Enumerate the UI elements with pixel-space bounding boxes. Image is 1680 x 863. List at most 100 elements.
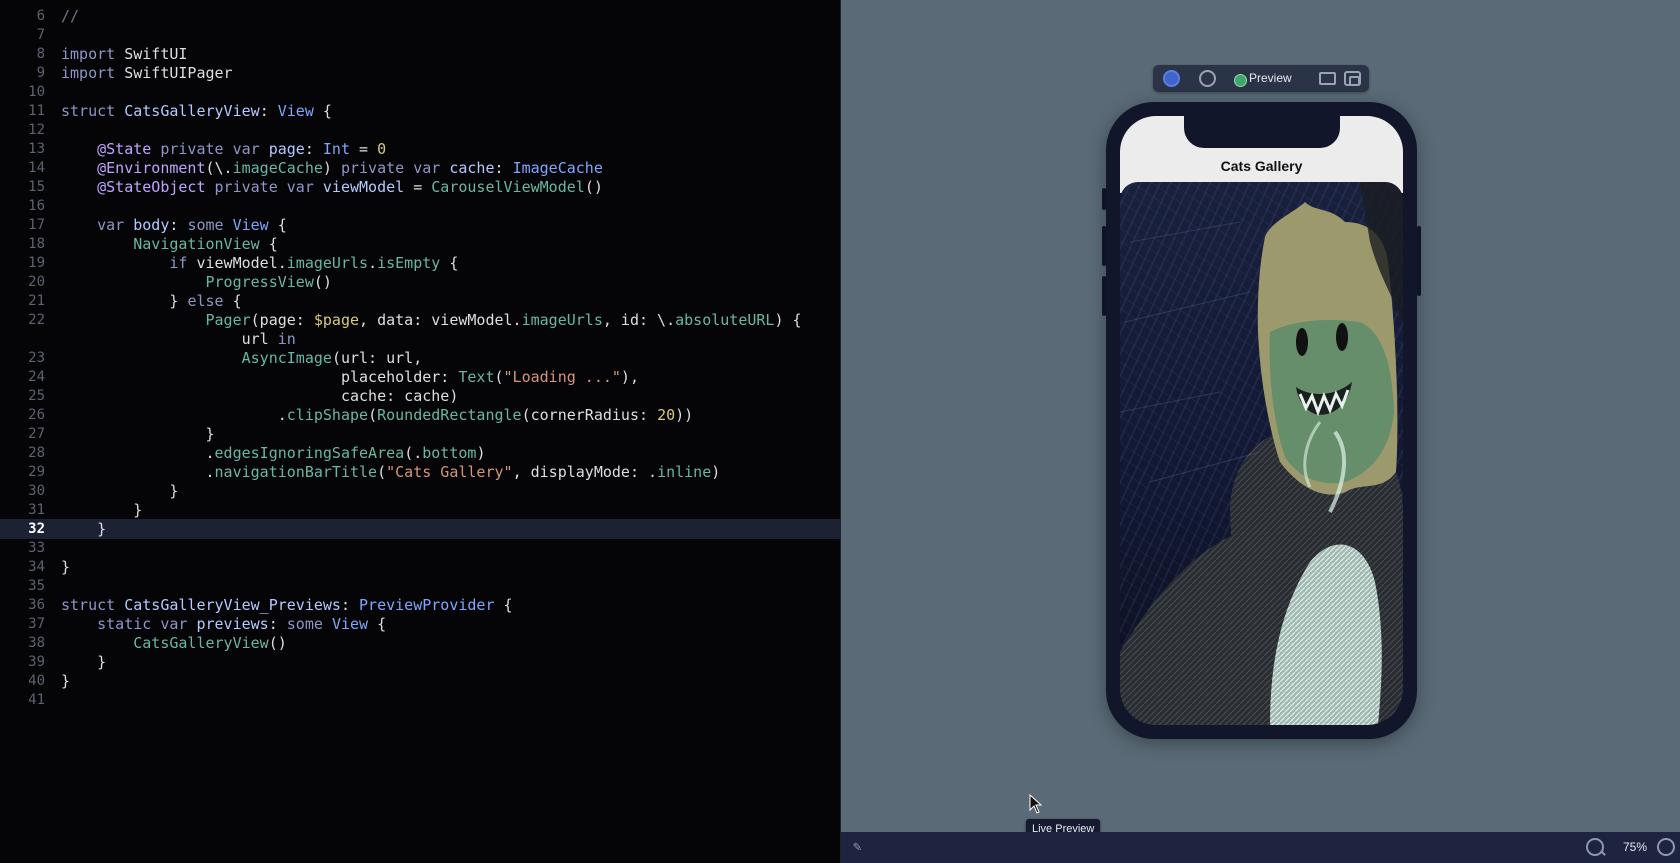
code-text[interactable]: cache: cache) <box>61 386 458 406</box>
code-text[interactable]: url in <box>61 329 296 349</box>
code-line[interactable]: 17 var body: some View { <box>0 215 840 235</box>
code-line[interactable]: 32 } <box>0 519 840 539</box>
code-text[interactable]: } <box>61 671 70 691</box>
code-text[interactable]: if viewModel.imageUrls.isEmpty { <box>61 253 458 273</box>
code-line[interactable]: 26 .clipShape(RoundedRectangle(cornerRad… <box>0 405 840 425</box>
code-line[interactable]: 30 } <box>0 481 840 501</box>
code-text[interactable]: // <box>61 6 79 26</box>
preview-canvas: Preview Cats Gallery Live Preview ✎ 75% <box>841 0 1680 863</box>
zoom-out-icon[interactable] <box>1586 838 1604 856</box>
code-line[interactable]: 29 .navigationBarTitle("Cats Gallery", d… <box>0 462 840 482</box>
cat-image[interactable] <box>1120 182 1403 725</box>
code-text[interactable]: Pager(page: $page, data: viewModel.image… <box>61 310 802 330</box>
code-line[interactable]: 19 if viewModel.imageUrls.isEmpty { <box>0 253 840 273</box>
code-line[interactable]: 34} <box>0 557 840 577</box>
code-line[interactable]: 8 import SwiftUI <box>0 44 840 64</box>
code-text[interactable]: .navigationBarTitle("Cats Gallery", disp… <box>61 462 720 482</box>
code-line[interactable]: 23 AsyncImage(url: url, <box>0 348 840 368</box>
device-settings-icon[interactable] <box>1199 70 1216 87</box>
code-line[interactable]: 18 NavigationView { <box>0 234 840 254</box>
code-line[interactable]: 27 } <box>0 424 840 444</box>
code-text[interactable]: } <box>61 557 70 577</box>
code-line[interactable]: 13 @State private var page: Int = 0 <box>0 139 840 159</box>
code-line[interactable]: 24 placeholder: Text("Loading ..."), <box>0 367 840 387</box>
phone-screen: Cats Gallery <box>1120 116 1403 725</box>
phone-volume-down <box>1102 276 1106 316</box>
pin-icon[interactable]: ✎ <box>853 839 869 855</box>
zoom-in-icon[interactable] <box>1657 838 1675 856</box>
display-icon[interactable] <box>1319 72 1336 85</box>
code-line[interactable]: 33 <box>0 538 840 558</box>
code-editor[interactable]: 6 // 7 8 import SwiftUI 9 import SwiftUIPager 1… <box>0 0 840 863</box>
nav-title: Cats Gallery <box>1220 158 1303 174</box>
code-line[interactable]: 7 <box>0 25 840 45</box>
code-text[interactable]: NavigationView { <box>61 234 278 254</box>
preview-status-dot-icon <box>1234 74 1247 87</box>
code-line[interactable]: 12 <box>0 120 840 140</box>
code-line[interactable]: url in <box>0 329 840 349</box>
code-text[interactable]: struct CatsGalleryView: View { <box>61 101 332 121</box>
code-line[interactable]: 31 } <box>0 500 840 520</box>
line-number: 15 <box>28 179 45 195</box>
live-preview-icon[interactable] <box>1163 70 1180 87</box>
code-text[interactable]: } <box>61 481 178 501</box>
code-line[interactable]: 11 struct CatsGalleryView: View { <box>0 101 840 121</box>
line-number: 40 <box>28 673 45 689</box>
preview-label[interactable]: Preview <box>1249 65 1292 92</box>
code-line[interactable]: 15 @StateObject private var viewModel = … <box>0 177 840 197</box>
code-text[interactable]: } <box>61 652 106 672</box>
code-line[interactable]: 6 // <box>0 6 840 26</box>
code-line[interactable]: 41 <box>0 690 840 710</box>
code-line[interactable]: 39 } <box>0 652 840 672</box>
code-line[interactable]: 9 import SwiftUIPager <box>0 63 840 83</box>
zoom-level[interactable]: 75% <box>1623 832 1647 863</box>
code-text[interactable]: .clipShape(RoundedRectangle(cornerRadius… <box>61 405 693 425</box>
line-number: 39 <box>28 654 45 670</box>
line-number: 7 <box>36 27 45 43</box>
code-line[interactable]: 38 CatsGalleryView() <box>0 633 840 653</box>
code-line[interactable]: 16 <box>0 196 840 216</box>
code-line[interactable]: 36 struct CatsGalleryView_Previews: Previ… <box>0 595 840 615</box>
code-line[interactable]: 37 static var previews: some View { <box>0 614 840 634</box>
line-number: 17 <box>28 217 45 233</box>
code-text[interactable]: } <box>61 424 214 444</box>
duplicate-icon[interactable] <box>1344 71 1361 86</box>
code-text[interactable]: var body: some View { <box>61 215 287 235</box>
code-text[interactable]: @Environment(\.imageCache) private var c… <box>61 158 603 178</box>
code-text[interactable]: import SwiftUIPager <box>61 63 233 83</box>
code-line[interactable]: 40} <box>0 671 840 691</box>
line-number: 10 <box>28 84 45 100</box>
phone-notch <box>1184 116 1340 148</box>
code-text[interactable]: struct CatsGalleryView_Previews: Preview… <box>61 595 513 615</box>
canvas-bottom-bar: ✎ 75% <box>841 832 1680 863</box>
code-text[interactable]: } <box>61 519 106 539</box>
code-line[interactable]: 22 Pager(page: $page, data: viewModel.im… <box>0 310 840 330</box>
code-line[interactable]: 20 ProgressView() <box>0 272 840 292</box>
line-number: 12 <box>28 122 45 138</box>
iphone-preview: Cats Gallery <box>1102 102 1421 739</box>
code-line[interactable]: 28 .edgesIgnoringSafeArea(.bottom) <box>0 443 840 463</box>
code-line[interactable]: 25 cache: cache) <box>0 386 840 406</box>
code-line[interactable]: 14 @Environment(\.imageCache) private va… <box>0 158 840 178</box>
code-text[interactable]: AsyncImage(url: url, <box>61 348 423 368</box>
code-text[interactable]: ProgressView() <box>61 272 332 292</box>
line-number: 6 <box>36 8 45 24</box>
phone-volume-up <box>1102 226 1106 266</box>
code-text[interactable]: import SwiftUI <box>61 44 187 64</box>
code-text[interactable]: @StateObject private var viewModel = Car… <box>61 177 603 197</box>
code-text[interactable]: CatsGalleryView() <box>61 633 287 653</box>
code-line[interactable]: 10 <box>0 82 840 102</box>
line-number: 14 <box>28 160 45 176</box>
code-text[interactable]: } else { <box>61 291 241 311</box>
line-number: 19 <box>28 255 45 271</box>
code-text[interactable]: .edgesIgnoringSafeArea(.bottom) <box>61 443 485 463</box>
code-line[interactable]: 21 } else { <box>0 291 840 311</box>
code-text[interactable]: @State private var page: Int = 0 <box>61 139 386 159</box>
code-line[interactable]: 35 <box>0 576 840 596</box>
code-text[interactable]: placeholder: Text("Loading ..."), <box>61 367 639 387</box>
code-text[interactable]: } <box>61 500 142 520</box>
line-number: 22 <box>28 312 45 328</box>
code-text[interactable]: static var previews: some View { <box>61 614 386 634</box>
line-number: 26 <box>28 407 45 423</box>
line-number: 11 <box>28 103 45 119</box>
